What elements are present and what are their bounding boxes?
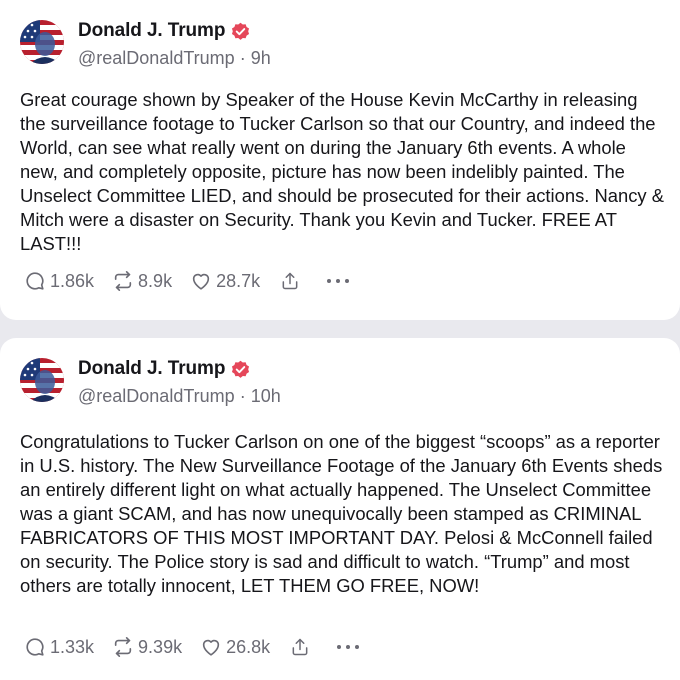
heart-icon	[192, 273, 210, 290]
author-name[interactable]: Donald J. Trump	[78, 358, 225, 380]
avatar[interactable]	[20, 20, 64, 64]
handle-row: @realDonaldTrump · 10h	[78, 386, 281, 407]
verified-badge-icon	[231, 22, 250, 41]
verified-badge-icon	[231, 360, 250, 379]
more-button[interactable]	[326, 277, 354, 285]
retruth-icon	[114, 637, 132, 657]
author-block: Donald J. Trump @realDonaldTrump · 10h	[78, 356, 281, 407]
separator: ·	[239, 386, 251, 406]
reply-icon	[26, 638, 44, 656]
like-count: 26.8k	[226, 636, 271, 657]
reply-icon	[26, 272, 44, 290]
more-icon	[327, 279, 350, 283]
action-bar: 1.33k 9.39k 26.8k	[24, 636, 382, 658]
author-name[interactable]: Donald J. Trump	[78, 20, 225, 42]
post-header: Donald J. Trump @realDonaldTrump · 10h	[20, 356, 281, 407]
post-header: Donald J. Trump @realDonaldTrump · 9h	[20, 18, 271, 69]
share-icon	[282, 272, 298, 290]
heart-icon	[202, 639, 220, 656]
share-button[interactable]	[280, 270, 304, 292]
action-bar: 1.86k 8.9k 28.7k	[24, 270, 372, 292]
retruth-icon	[114, 271, 132, 291]
reply-count: 1.33k	[50, 636, 95, 657]
reply-count: 1.86k	[50, 270, 95, 291]
author-handle[interactable]: @realDonaldTrump	[78, 48, 235, 68]
more-icon	[337, 645, 360, 649]
like-button[interactable]: 28.7k	[190, 270, 260, 292]
retruth-button[interactable]: 9.39k	[112, 636, 182, 658]
author-handle[interactable]: @realDonaldTrump	[78, 386, 235, 406]
post-card: Donald J. Trump @realDonaldTrump · 9h Gr…	[0, 0, 680, 320]
retruth-count: 9.39k	[138, 636, 183, 657]
post-time[interactable]: 10h	[251, 386, 281, 406]
more-button[interactable]	[336, 643, 364, 651]
author-block: Donald J. Trump @realDonaldTrump · 9h	[78, 18, 271, 69]
post-time[interactable]: 9h	[251, 48, 271, 68]
reply-button[interactable]: 1.33k	[24, 636, 94, 658]
retruth-count: 8.9k	[138, 270, 173, 291]
share-icon	[292, 638, 308, 656]
reply-button[interactable]: 1.86k	[24, 270, 94, 292]
share-button[interactable]	[290, 636, 314, 658]
post-text[interactable]: Great courage shown by Speaker of the Ho…	[20, 88, 668, 256]
like-button[interactable]: 26.8k	[200, 636, 270, 658]
post-card: Donald J. Trump @realDonaldTrump · 10h C…	[0, 338, 680, 680]
separator: ·	[239, 48, 251, 68]
like-count: 28.7k	[216, 270, 261, 291]
retruth-button[interactable]: 8.9k	[112, 270, 172, 292]
post-text[interactable]: Congratulations to Tucker Carlson on one…	[20, 430, 668, 598]
handle-row: @realDonaldTrump · 9h	[78, 48, 271, 69]
avatar[interactable]	[20, 358, 64, 402]
